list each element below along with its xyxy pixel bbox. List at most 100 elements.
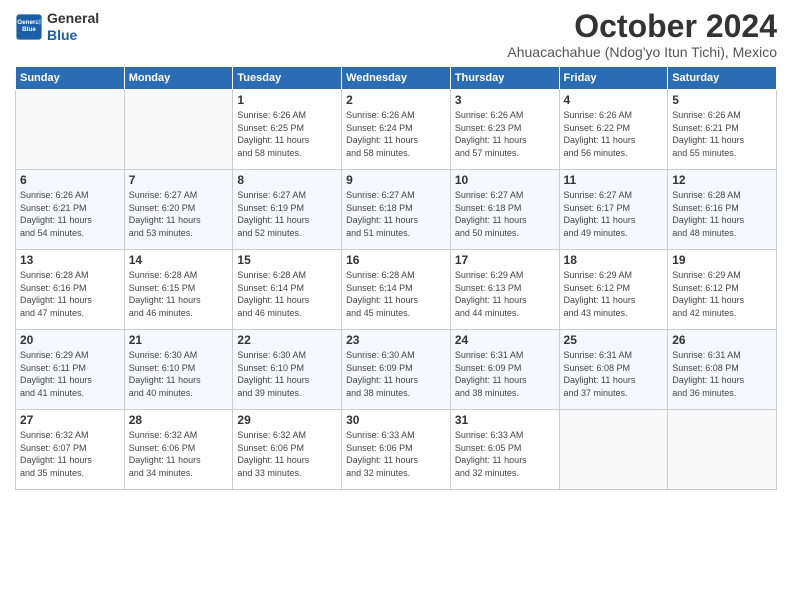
table-row — [559, 410, 668, 490]
day-number: 21 — [129, 333, 229, 347]
col-saturday: Saturday — [668, 67, 777, 90]
cell-info: Sunrise: 6:32 AM Sunset: 6:06 PM Dayligh… — [237, 429, 337, 479]
day-number: 30 — [346, 413, 446, 427]
cell-info: Sunrise: 6:26 AM Sunset: 6:25 PM Dayligh… — [237, 109, 337, 159]
cell-info: Sunrise: 6:31 AM Sunset: 6:08 PM Dayligh… — [672, 349, 772, 399]
logo-line1: General — [47, 10, 99, 27]
day-number: 12 — [672, 173, 772, 187]
cell-info: Sunrise: 6:28 AM Sunset: 6:14 PM Dayligh… — [237, 269, 337, 319]
cell-info: Sunrise: 6:27 AM Sunset: 6:20 PM Dayligh… — [129, 189, 229, 239]
day-number: 26 — [672, 333, 772, 347]
cell-info: Sunrise: 6:28 AM Sunset: 6:14 PM Dayligh… — [346, 269, 446, 319]
day-number: 28 — [129, 413, 229, 427]
table-row: 3 Sunrise: 6:26 AM Sunset: 6:23 PM Daylig… — [450, 90, 559, 170]
day-number: 14 — [129, 253, 229, 267]
day-number: 6 — [20, 173, 120, 187]
table-row: 15 Sunrise: 6:28 AM Sunset: 6:14 PM Dayli… — [233, 250, 342, 330]
page: General Blue General Blue October 2024 A… — [0, 0, 792, 612]
cell-info: Sunrise: 6:28 AM Sunset: 6:16 PM Dayligh… — [672, 189, 772, 239]
day-number: 1 — [237, 93, 337, 107]
table-row: 8 Sunrise: 6:27 AM Sunset: 6:19 PM Daylig… — [233, 170, 342, 250]
col-sunday: Sunday — [16, 67, 125, 90]
table-row: 1 Sunrise: 6:26 AM Sunset: 6:25 PM Daylig… — [233, 90, 342, 170]
cell-info: Sunrise: 6:26 AM Sunset: 6:21 PM Dayligh… — [20, 189, 120, 239]
header-row: Sunday Monday Tuesday Wednesday Thursday… — [16, 67, 777, 90]
table-row: 2 Sunrise: 6:26 AM Sunset: 6:24 PM Daylig… — [342, 90, 451, 170]
day-number: 19 — [672, 253, 772, 267]
location-title: Ahuacachahue (Ndog'yo Itun Tichi), Mexic… — [507, 44, 777, 60]
cell-info: Sunrise: 6:33 AM Sunset: 6:05 PM Dayligh… — [455, 429, 555, 479]
table-row: 28Sunrise: 6:32 AM Sunset: 6:06 PM Dayli… — [124, 410, 233, 490]
table-row: 18Sunrise: 6:29 AM Sunset: 6:12 PM Dayli… — [559, 250, 668, 330]
logo: General Blue General Blue — [15, 10, 99, 44]
day-number: 9 — [346, 173, 446, 187]
table-row: 11 Sunrise: 6:27 AM Sunset: 6:17 PM Dayli… — [559, 170, 668, 250]
day-number: 13 — [20, 253, 120, 267]
table-row: 9 Sunrise: 6:27 AM Sunset: 6:18 PM Daylig… — [342, 170, 451, 250]
cell-info: Sunrise: 6:33 AM Sunset: 6:06 PM Dayligh… — [346, 429, 446, 479]
svg-text:Blue: Blue — [22, 26, 36, 33]
cell-info: Sunrise: 6:27 AM Sunset: 6:18 PM Dayligh… — [346, 189, 446, 239]
cell-info: Sunrise: 6:27 AM Sunset: 6:19 PM Dayligh… — [237, 189, 337, 239]
cell-info: Sunrise: 6:30 AM Sunset: 6:09 PM Dayligh… — [346, 349, 446, 399]
table-row: 31Sunrise: 6:33 AM Sunset: 6:05 PM Dayli… — [450, 410, 559, 490]
table-row — [124, 90, 233, 170]
day-number: 2 — [346, 93, 446, 107]
table-row: 30 Sunrise: 6:33 AM Sunset: 6:06 PM Dayli… — [342, 410, 451, 490]
cell-info: Sunrise: 6:30 AM Sunset: 6:10 PM Dayligh… — [129, 349, 229, 399]
title-section: October 2024 Ahuacachahue (Ndog'yo Itun … — [507, 10, 777, 60]
week-row-4: 20 Sunrise: 6:29 AM Sunset: 6:11 PM Dayli… — [16, 330, 777, 410]
table-row: 22Sunrise: 6:30 AM Sunset: 6:10 PM Dayli… — [233, 330, 342, 410]
day-number: 5 — [672, 93, 772, 107]
table-row: 13Sunrise: 6:28 AM Sunset: 6:16 PM Dayli… — [16, 250, 125, 330]
day-number: 23 — [346, 333, 446, 347]
col-friday: Friday — [559, 67, 668, 90]
table-row: 24 Sunrise: 6:31 AM Sunset: 6:09 PM Dayli… — [450, 330, 559, 410]
table-row: 14 Sunrise: 6:28 AM Sunset: 6:15 PM Dayli… — [124, 250, 233, 330]
day-number: 27 — [20, 413, 120, 427]
logo-icon: General Blue — [15, 13, 43, 41]
day-number: 8 — [237, 173, 337, 187]
table-row: 16 Sunrise: 6:28 AM Sunset: 6:14 PM Dayli… — [342, 250, 451, 330]
day-number: 3 — [455, 93, 555, 107]
month-title: October 2024 — [507, 10, 777, 42]
cell-info: Sunrise: 6:31 AM Sunset: 6:09 PM Dayligh… — [455, 349, 555, 399]
cell-info: Sunrise: 6:31 AM Sunset: 6:08 PM Dayligh… — [564, 349, 664, 399]
table-row: 21 Sunrise: 6:30 AM Sunset: 6:10 PM Dayli… — [124, 330, 233, 410]
col-monday: Monday — [124, 67, 233, 90]
cell-info: Sunrise: 6:29 AM Sunset: 6:13 PM Dayligh… — [455, 269, 555, 319]
day-number: 16 — [346, 253, 446, 267]
cell-info: Sunrise: 6:29 AM Sunset: 6:12 PM Dayligh… — [564, 269, 664, 319]
cell-info: Sunrise: 6:26 AM Sunset: 6:23 PM Dayligh… — [455, 109, 555, 159]
table-row: 17 Sunrise: 6:29 AM Sunset: 6:13 PM Dayli… — [450, 250, 559, 330]
logo-text: General Blue — [47, 10, 99, 44]
cell-info: Sunrise: 6:32 AM Sunset: 6:07 PM Dayligh… — [20, 429, 120, 479]
table-row: 20 Sunrise: 6:29 AM Sunset: 6:11 PM Dayli… — [16, 330, 125, 410]
table-row — [16, 90, 125, 170]
cell-info: Sunrise: 6:27 AM Sunset: 6:17 PM Dayligh… — [564, 189, 664, 239]
calendar-table: Sunday Monday Tuesday Wednesday Thursday… — [15, 66, 777, 490]
cell-info: Sunrise: 6:26 AM Sunset: 6:24 PM Dayligh… — [346, 109, 446, 159]
day-number: 11 — [564, 173, 664, 187]
day-number: 20 — [20, 333, 120, 347]
col-thursday: Thursday — [450, 67, 559, 90]
cell-info: Sunrise: 6:29 AM Sunset: 6:11 PM Dayligh… — [20, 349, 120, 399]
logo-line2: Blue — [47, 27, 99, 44]
cell-info: Sunrise: 6:26 AM Sunset: 6:21 PM Dayligh… — [672, 109, 772, 159]
day-number: 15 — [237, 253, 337, 267]
day-number: 4 — [564, 93, 664, 107]
day-number: 25 — [564, 333, 664, 347]
week-row-2: 6 Sunrise: 6:26 AM Sunset: 6:21 PM Daylig… — [16, 170, 777, 250]
table-row: 26 Sunrise: 6:31 AM Sunset: 6:08 PM Dayli… — [668, 330, 777, 410]
day-number: 17 — [455, 253, 555, 267]
table-row: 27 Sunrise: 6:32 AM Sunset: 6:07 PM Dayli… — [16, 410, 125, 490]
cell-info: Sunrise: 6:26 AM Sunset: 6:22 PM Dayligh… — [564, 109, 664, 159]
day-number: 7 — [129, 173, 229, 187]
table-row: 29 Sunrise: 6:32 AM Sunset: 6:06 PM Dayli… — [233, 410, 342, 490]
table-row: 4 Sunrise: 6:26 AM Sunset: 6:22 PM Daylig… — [559, 90, 668, 170]
day-number: 24 — [455, 333, 555, 347]
header: General Blue General Blue October 2024 A… — [15, 10, 777, 60]
table-row: 6 Sunrise: 6:26 AM Sunset: 6:21 PM Daylig… — [16, 170, 125, 250]
cell-info: Sunrise: 6:28 AM Sunset: 6:15 PM Dayligh… — [129, 269, 229, 319]
day-number: 29 — [237, 413, 337, 427]
